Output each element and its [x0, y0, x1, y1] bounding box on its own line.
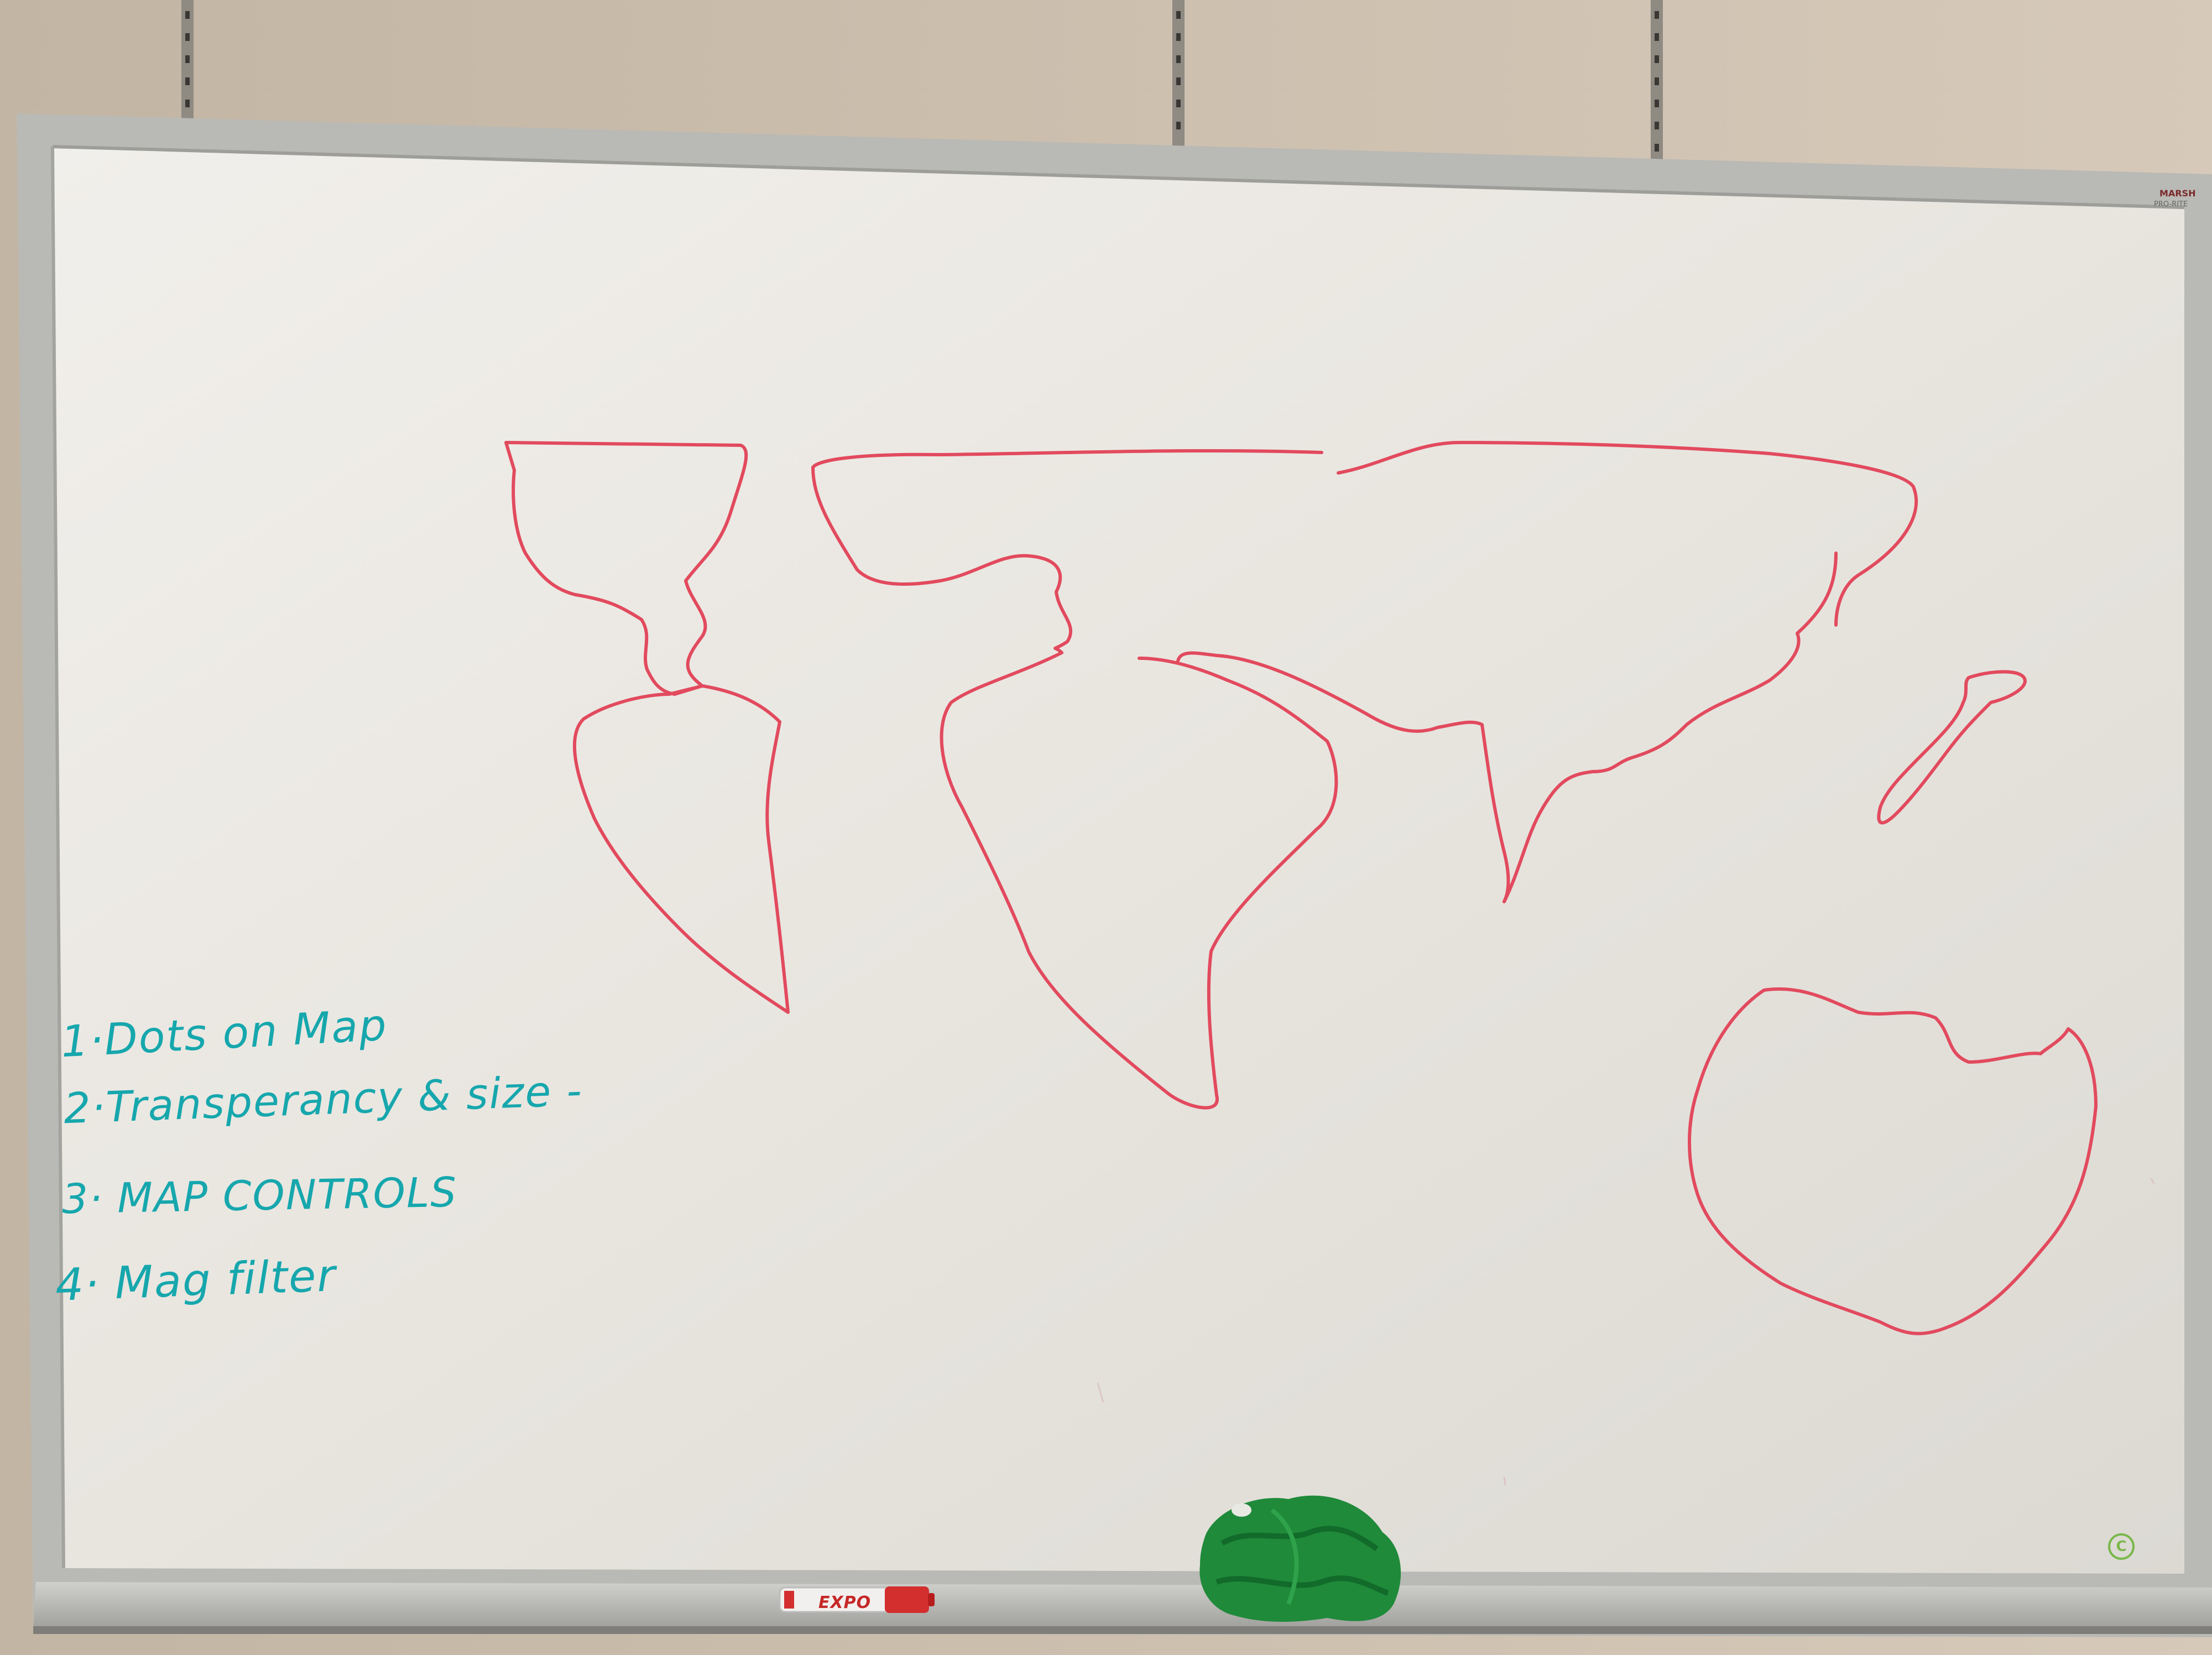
eco-certification-icon: C	[2108, 1533, 2135, 1560]
whiteboard-scene	[0, 0, 2212, 1655]
brand-label: MARSH	[2159, 188, 2196, 199]
note-map-controls: 3· MAP CONTROLS	[61, 1168, 458, 1224]
marker-tray	[33, 1582, 2212, 1632]
marker-label: EXPO	[818, 1593, 872, 1612]
note-mag-filter: 4· Mag filter	[54, 1250, 337, 1311]
board-surface	[53, 147, 2184, 1574]
whiteboard-photo: 1·Dots on Map 2·Transperancy & size - 3·…	[0, 0, 2212, 1655]
model-label: PRO-RITE	[2154, 200, 2188, 209]
